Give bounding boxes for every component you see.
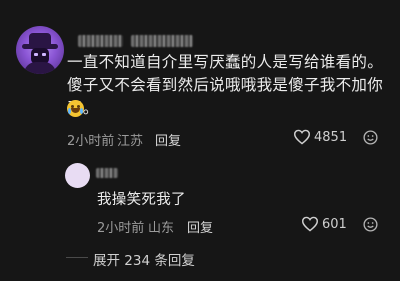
smiley-icon [363, 217, 378, 232]
replier-name-blurred[interactable] [96, 168, 118, 178]
comment-like-count: 4851 [314, 130, 348, 145]
comment-reply-button[interactable]: 回复 [155, 130, 181, 149]
laughing-emoji-icon [67, 100, 84, 117]
reply-like-button[interactable] [301, 216, 319, 232]
reply-location: 山东 [148, 221, 175, 236]
reply-like-count: 601 [322, 217, 347, 232]
smiley-icon [363, 130, 378, 145]
expand-replies-button[interactable]: 展开 234 条回复 [93, 249, 195, 269]
comment-text: 一直不知道自介里写厌蠢的人是写给谁看的。傻子又不会看到然后说哦哦我是傻子我不加你… [67, 53, 384, 117]
reply-emoji-react-button[interactable] [363, 217, 378, 232]
comment-like-button[interactable] [293, 129, 311, 145]
comment-emoji-react-button[interactable] [363, 130, 378, 145]
commenter-id-blurred[interactable] [131, 35, 193, 47]
heart-icon [301, 216, 319, 232]
comment-timestamp: 2小时前 [67, 134, 115, 149]
commenter-avatar[interactable] [16, 26, 64, 74]
reply-reply-button[interactable]: 回复 [187, 217, 213, 236]
replier-avatar[interactable] [65, 163, 90, 188]
commenter-name-blurred[interactable] [78, 35, 123, 47]
heart-icon [293, 129, 311, 145]
reply-timestamp: 2小时前 [97, 221, 145, 236]
comment-location: 江苏 [117, 134, 144, 149]
expand-divider [66, 257, 88, 258]
reply-text: 我操笑死我了 [97, 192, 186, 208]
